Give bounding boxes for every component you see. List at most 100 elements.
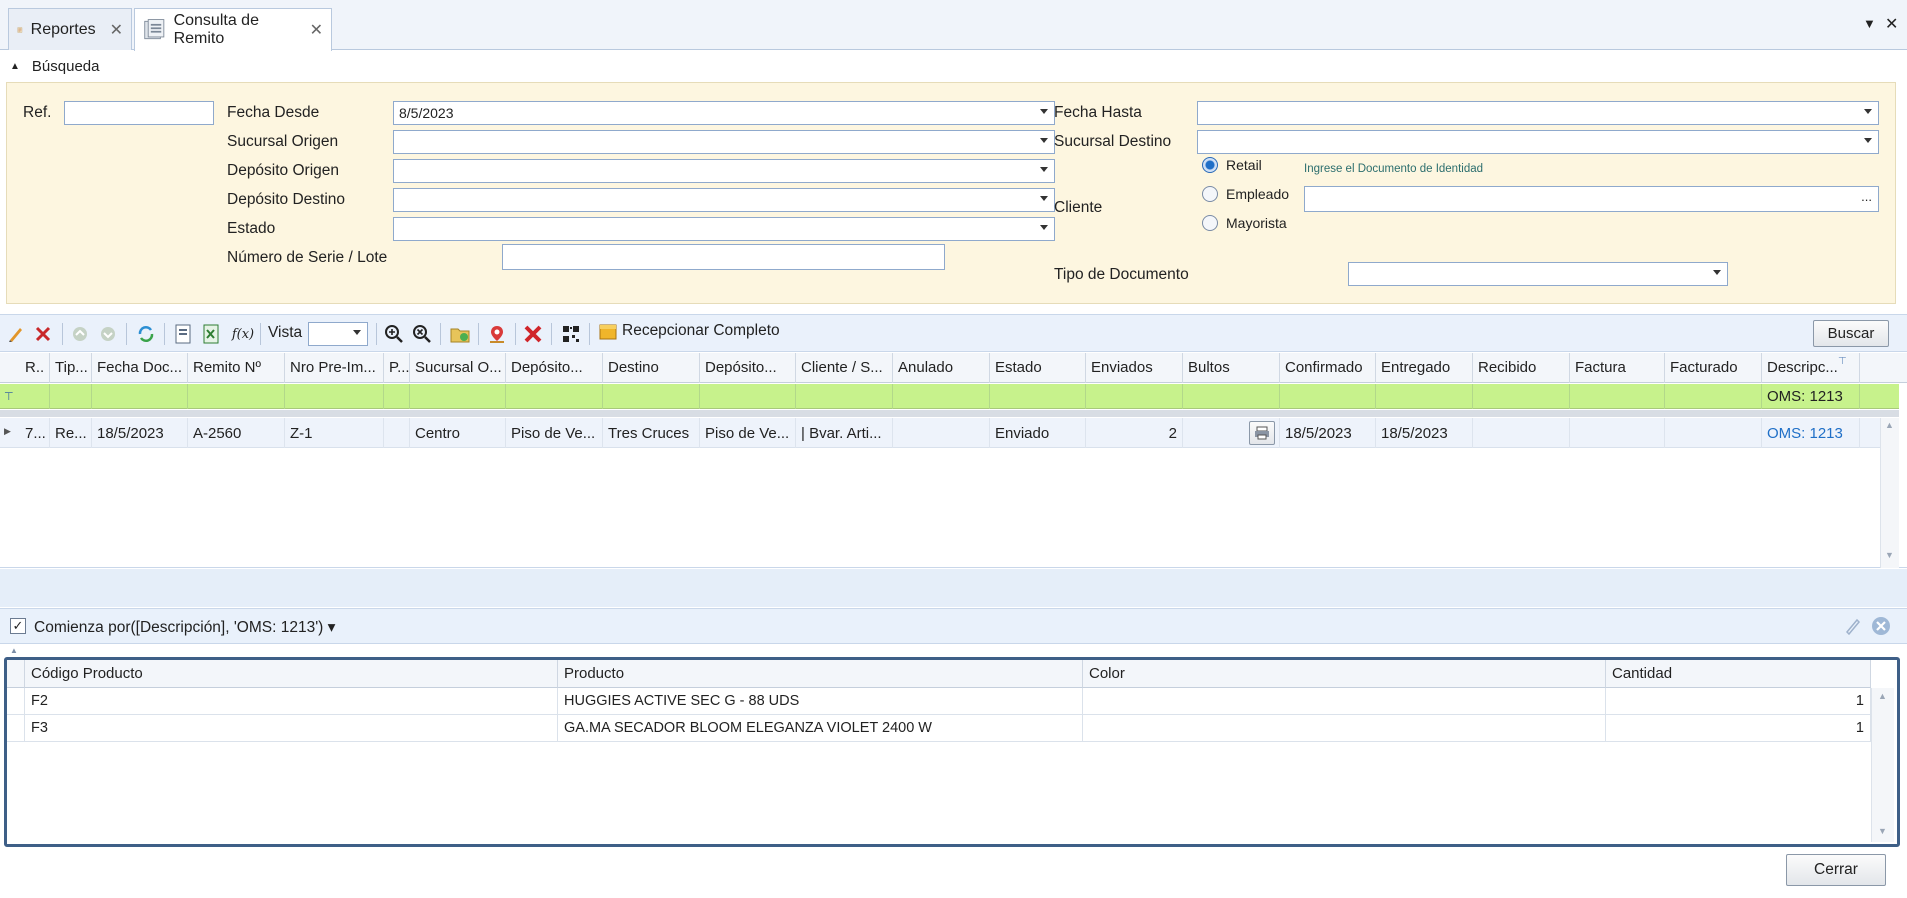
column-header[interactable]: Confirmado — [1280, 353, 1376, 383]
qr-code-icon[interactable] — [560, 323, 582, 345]
column-header[interactable]: Tip... — [50, 353, 92, 383]
column-header[interactable]: Destino — [603, 353, 700, 383]
column-header[interactable]: Fecha Doc... — [92, 353, 188, 383]
scroll-up-icon[interactable]: ▲ — [1878, 691, 1887, 701]
filter-cell[interactable] — [1183, 384, 1280, 409]
tipo-documento-select[interactable] — [1348, 262, 1728, 286]
filter-cell[interactable] — [1280, 384, 1376, 409]
folder-add-icon[interactable] — [449, 323, 471, 345]
formula-icon[interactable]: f(x) — [230, 323, 256, 345]
splitter-icon[interactable]: ▲ — [10, 646, 18, 655]
column-header[interactable]: P... — [384, 353, 410, 383]
zoom-clear-icon[interactable] — [411, 323, 433, 345]
location-pin-icon[interactable] — [486, 323, 508, 345]
column-header[interactable]: Cliente / S... — [796, 353, 893, 383]
column-header[interactable]: Sucursal O... — [410, 353, 506, 383]
filter-cell[interactable] — [1473, 384, 1570, 409]
dropdown-arrow-icon[interactable] — [353, 330, 361, 335]
filter-cell[interactable] — [50, 384, 92, 409]
close-icon[interactable]: ✕ — [310, 20, 323, 40]
tab-reportes[interactable]: Reportes ✕ — [8, 8, 132, 50]
detail-column-header[interactable]: Producto — [558, 660, 1083, 688]
radio-mayorista[interactable]: Mayorista — [1202, 215, 1287, 231]
radio-empleado[interactable]: Empleado — [1202, 186, 1289, 202]
filter-expression[interactable]: Comienza por([Descripción], 'OMS: 1213')… — [34, 618, 335, 637]
cliente-input[interactable]: ... — [1304, 186, 1879, 212]
move-up-icon[interactable] — [69, 323, 91, 345]
column-header[interactable]: Entregado — [1376, 353, 1473, 383]
row-indicator[interactable] — [7, 715, 25, 742]
collapse-icon[interactable]: ▲ — [10, 61, 20, 72]
excel-export-icon[interactable] — [200, 323, 222, 345]
column-header[interactable]: Nro Pre-Im... — [285, 353, 384, 383]
browse-button[interactable]: ... — [1861, 189, 1872, 204]
zoom-in-icon[interactable] — [383, 323, 405, 345]
filter-cell[interactable] — [1376, 384, 1473, 409]
close-icon[interactable]: ✕ — [110, 20, 123, 40]
filter-cell[interactable] — [796, 384, 893, 409]
filter-cell[interactable] — [603, 384, 700, 409]
vista-select[interactable] — [308, 322, 368, 346]
filter-cell[interactable] — [1665, 384, 1762, 409]
filter-cell[interactable] — [20, 384, 50, 409]
column-header[interactable]: Recibido — [1473, 353, 1570, 383]
filter-cell[interactable] — [410, 384, 506, 409]
cerrar-button[interactable]: Cerrar — [1786, 854, 1886, 886]
detail-scrollbar[interactable]: ▲ ▼ — [1871, 688, 1894, 842]
ref-input[interactable] — [64, 101, 214, 125]
row-indicator[interactable] — [7, 688, 25, 715]
chevron-down-icon[interactable]: ▼ — [1863, 16, 1876, 31]
radio-button[interactable] — [1202, 215, 1218, 231]
dropdown-arrow-icon[interactable] — [1864, 138, 1872, 143]
filter-cell[interactable] — [1570, 384, 1665, 409]
dropdown-arrow-icon[interactable] — [1040, 138, 1048, 143]
radio-retail[interactable]: Retail — [1202, 157, 1262, 173]
column-header[interactable]: Facturado — [1665, 353, 1762, 383]
column-header[interactable]: Estado — [990, 353, 1086, 383]
scroll-up-icon[interactable]: ▲ — [1885, 420, 1894, 430]
column-header[interactable]: Enviados — [1086, 353, 1183, 383]
recepcionar-completo-button[interactable]: Recepcionar Completo — [598, 321, 780, 341]
grid-scrollbar[interactable]: ▲ ▼ — [1880, 418, 1899, 568]
column-header[interactable]: R.. — [20, 353, 50, 383]
estado-select[interactable] — [393, 217, 1055, 241]
filter-cell[interactable] — [285, 384, 384, 409]
table-row[interactable]: ▶ 7... Re... 18/5/2023 A-2560 Z-1 Centro Piso … — [0, 418, 1880, 448]
scroll-down-icon[interactable]: ▼ — [1878, 826, 1887, 836]
filter-cell[interactable] — [893, 384, 990, 409]
edit-filter-icon[interactable] — [1844, 617, 1862, 639]
detail-column-header[interactable]: Código Producto — [25, 660, 558, 688]
search-group-header[interactable]: ▲ Búsqueda — [0, 53, 1907, 79]
deposito-destino-select[interactable] — [393, 188, 1055, 212]
fecha-hasta-field[interactable] — [1197, 101, 1879, 125]
scroll-down-icon[interactable]: ▼ — [1885, 550, 1894, 560]
filter-cell[interactable] — [506, 384, 603, 409]
print-icon[interactable] — [1249, 421, 1275, 445]
detail-column-header[interactable]: Cantidad — [1606, 660, 1871, 688]
column-header[interactable]: Depósito... — [506, 353, 603, 383]
cancel-icon[interactable] — [522, 323, 544, 345]
column-header[interactable]: Bultos — [1183, 353, 1280, 383]
deposito-origen-select[interactable] — [393, 159, 1055, 183]
close-icon[interactable]: ✕ — [1885, 14, 1898, 34]
refresh-icon[interactable] — [135, 323, 157, 345]
dropdown-arrow-icon[interactable] — [1040, 196, 1048, 201]
tab-consulta-remito[interactable]: Consulta de Remito ✕ — [134, 8, 332, 51]
clear-filter-icon[interactable] — [1871, 616, 1891, 640]
move-down-icon[interactable] — [97, 323, 119, 345]
column-header[interactable]: Anulado — [893, 353, 990, 383]
dropdown-arrow-icon[interactable] — [1040, 225, 1048, 230]
dropdown-arrow-icon[interactable] — [1713, 270, 1721, 275]
sucursal-origen-select[interactable] — [393, 130, 1055, 154]
buscar-button[interactable]: Buscar — [1813, 320, 1889, 347]
numero-serie-input[interactable] — [502, 244, 945, 270]
column-header[interactable]: Depósito... — [700, 353, 796, 383]
column-filter-icon[interactable]: ⊤ — [1838, 356, 1847, 367]
dropdown-arrow-icon[interactable] — [1864, 109, 1872, 114]
delete-icon[interactable] — [32, 323, 54, 345]
grid-filter-row[interactable]: ⊤ OMS: 1213 — [0, 384, 1899, 409]
filter-cell[interactable] — [700, 384, 796, 409]
filter-cell[interactable] — [384, 384, 410, 409]
sucursal-destino-select[interactable] — [1197, 130, 1879, 154]
dropdown-arrow-icon[interactable] — [1040, 167, 1048, 172]
